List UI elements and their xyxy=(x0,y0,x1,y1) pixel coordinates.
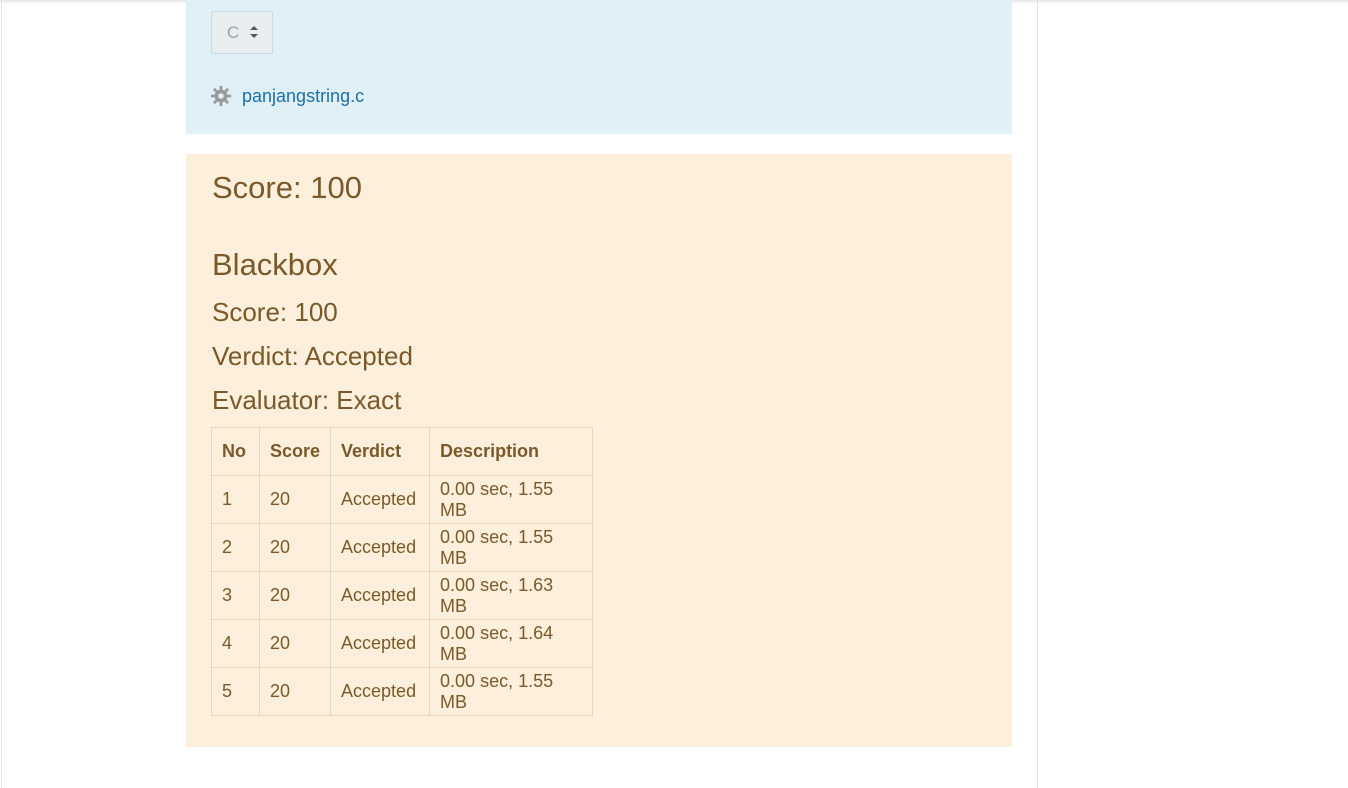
language-select-value: C xyxy=(227,23,240,42)
cell-score: 20 xyxy=(258,667,332,716)
table-row: 5 20 Accepted 0.00 sec, 1.55 MB xyxy=(211,667,594,716)
cell-no: 2 xyxy=(211,523,260,572)
testcase-table: No Score Verdict Description 1 20 Accept… xyxy=(211,427,594,716)
cell-score: 20 xyxy=(258,475,332,524)
cell-description: 0.00 sec, 1.64 MB xyxy=(429,619,594,668)
cell-verdict: Accepted xyxy=(330,523,431,572)
section-title: Blackbox xyxy=(212,247,338,282)
cell-score: 20 xyxy=(258,619,332,668)
section-verdict: Verdict: Accepted xyxy=(212,341,413,371)
cell-verdict: Accepted xyxy=(330,571,431,620)
file-link[interactable]: panjangstring.c xyxy=(242,86,364,107)
file-row: panjangstring.c xyxy=(210,83,364,109)
cell-description: 0.00 sec, 1.55 MB xyxy=(429,667,594,716)
gear-icon xyxy=(210,85,232,107)
submission-info-panel: C panjangstring.c xyxy=(186,0,1012,134)
select-arrows-icon xyxy=(250,26,258,38)
cell-verdict: Accepted xyxy=(330,619,431,668)
cell-no: 3 xyxy=(211,571,260,620)
page-border-right xyxy=(1037,0,1038,788)
cell-score: 20 xyxy=(258,523,332,572)
table-header-row: No Score Verdict Description xyxy=(211,427,594,476)
column-header-description: Description xyxy=(429,427,594,476)
cell-score: 20 xyxy=(258,571,332,620)
overall-score: Score: 100 xyxy=(212,170,362,205)
cell-description: 0.00 sec, 1.55 MB xyxy=(429,475,594,524)
column-header-score: Score xyxy=(258,427,332,476)
table-row: 2 20 Accepted 0.00 sec, 1.55 MB xyxy=(211,523,594,572)
table-row: 4 20 Accepted 0.00 sec, 1.64 MB xyxy=(211,619,594,668)
cell-no: 1 xyxy=(211,475,260,524)
cell-verdict: Accepted xyxy=(330,475,431,524)
column-header-no: No xyxy=(211,427,260,476)
cell-no: 5 xyxy=(211,667,260,716)
cell-description: 0.00 sec, 1.55 MB xyxy=(429,523,594,572)
table-row: 3 20 Accepted 0.00 sec, 1.63 MB xyxy=(211,571,594,620)
table-row: 1 20 Accepted 0.00 sec, 1.55 MB xyxy=(211,475,594,524)
section-evaluator: Evaluator: Exact xyxy=(212,385,402,415)
language-select[interactable]: C xyxy=(211,11,273,54)
column-header-verdict: Verdict xyxy=(330,427,431,476)
cell-description: 0.00 sec, 1.63 MB xyxy=(429,571,594,620)
section-score: Score: 100 xyxy=(212,297,338,327)
cell-no: 4 xyxy=(211,619,260,668)
grading-result-panel: Score: 100 Blackbox Score: 100 Verdict: … xyxy=(186,154,1012,747)
cell-verdict: Accepted xyxy=(330,667,431,716)
page-border-left xyxy=(1,0,2,788)
